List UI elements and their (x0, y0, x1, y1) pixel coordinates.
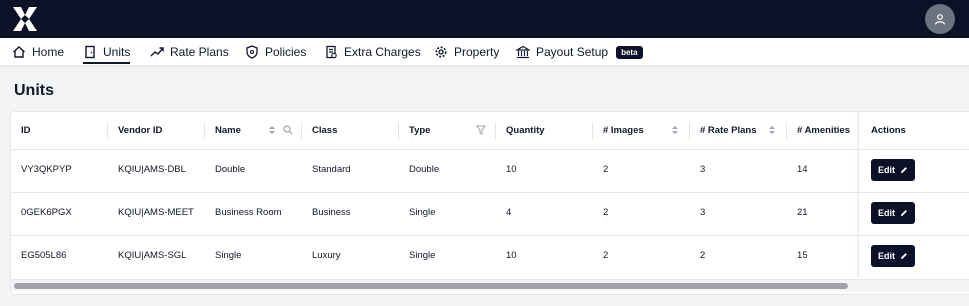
trend-icon (150, 47, 164, 57)
column-divider (689, 122, 690, 140)
nav-item-policies[interactable]: Policies (245, 38, 306, 66)
edit-button-label: Edit (878, 208, 895, 218)
nav-item-label: Units (103, 45, 131, 59)
cell-rate-plans: 2 (700, 250, 706, 261)
cell-quantity: 10 (506, 164, 517, 175)
cell-name: Single (215, 250, 242, 261)
cell-images: 2 (603, 207, 609, 218)
cell-images: 2 (603, 250, 609, 261)
cell-vendor-id: KQIU|AMS-DBL (118, 164, 186, 175)
column-header-name[interactable]: Name (215, 125, 241, 136)
row-divider (11, 149, 969, 150)
row-divider (11, 235, 969, 236)
gear-icon (435, 46, 447, 58)
beta-badge: beta (616, 45, 643, 59)
cell-quantity: 4 (506, 207, 512, 218)
door-icon (85, 45, 95, 59)
cell-name: Business Room (215, 207, 282, 218)
cell-vendor-id: KQIU|AMS-MEET (118, 207, 194, 218)
column-header-rate-plans[interactable]: # Rate Plans (700, 125, 757, 136)
column-divider (592, 122, 593, 140)
cell-amenities: 21 (797, 207, 808, 218)
nav-item-rate-plans[interactable]: Rate Plans (150, 38, 229, 66)
actions-column: Actions Edit Edit Edit (858, 112, 969, 277)
column-divider (301, 122, 302, 140)
nav-item-property[interactable]: Property (434, 38, 499, 66)
horizontal-scrollbar[interactable] (11, 279, 969, 291)
pencil-icon (901, 253, 907, 259)
cell-id: EG505L86 (21, 250, 67, 261)
invoice-icon (326, 45, 337, 59)
cell-class: Luxury (312, 250, 341, 261)
filter-icon[interactable] (476, 125, 486, 135)
edit-button[interactable]: Edit (871, 202, 915, 224)
column-divider (786, 122, 787, 140)
pencil-icon (901, 210, 907, 216)
row-divider (11, 192, 969, 193)
shield-icon (246, 45, 258, 59)
column-divider (107, 122, 108, 140)
column-header-type[interactable]: Type (409, 125, 430, 136)
user-avatar[interactable] (925, 4, 955, 34)
top-bar (0, 0, 969, 38)
sort-icon[interactable] (267, 125, 277, 135)
main-nav: Home Units Rate Plans Policies Extra Cha… (0, 38, 969, 66)
cell-class: Standard (312, 164, 351, 175)
cell-type: Single (409, 250, 436, 261)
row-divider (859, 235, 969, 236)
nav-item-label: Extra Charges (344, 45, 421, 59)
nav-item-home[interactable]: Home (12, 38, 64, 66)
column-header-class[interactable]: Class (312, 125, 337, 136)
sort-icon[interactable] (767, 125, 777, 135)
cell-rate-plans: 3 (700, 207, 706, 218)
column-divider (495, 122, 496, 140)
column-header-id[interactable]: ID (21, 125, 31, 136)
column-header-actions: Actions (871, 125, 906, 136)
home-icon (13, 46, 25, 58)
column-divider (204, 122, 205, 140)
cell-images: 2 (603, 164, 609, 175)
edit-button[interactable]: Edit (871, 159, 915, 181)
nav-item-extra-charges[interactable]: Extra Charges (324, 38, 421, 66)
logo-icon[interactable] (12, 6, 38, 32)
user-icon (934, 14, 946, 25)
nav-item-label: Home (32, 45, 65, 59)
edit-button-label: Edit (878, 251, 895, 261)
pencil-icon (901, 167, 907, 173)
cell-id: VY3QKPYP (21, 164, 72, 175)
cell-name: Double (215, 164, 246, 175)
column-header-images[interactable]: # Images (603, 125, 644, 136)
nav-item-payout-setup[interactable]: Payout Setup beta (516, 38, 643, 66)
page-title: Units (14, 82, 54, 99)
units-table: ID Vendor ID Name Class Type Quantity # … (10, 111, 969, 295)
nav-item-label: Policies (265, 45, 307, 59)
column-header-amenities[interactable]: # Amenities (797, 125, 850, 136)
column-header-quantity[interactable]: Quantity (506, 125, 545, 136)
nav-item-label: Rate Plans (170, 45, 229, 59)
cell-vendor-id: KQIU|AMS-SGL (118, 250, 187, 261)
edit-button[interactable]: Edit (871, 245, 915, 267)
search-icon[interactable] (283, 125, 293, 135)
cell-amenities: 15 (797, 250, 808, 261)
edit-button-label: Edit (878, 165, 895, 175)
bank-icon (516, 45, 530, 59)
nav-item-units[interactable]: Units (83, 38, 131, 66)
nav-item-label: Payout Setup (536, 45, 609, 59)
row-divider (859, 149, 969, 150)
column-header-vendor-id[interactable]: Vendor ID (118, 125, 162, 136)
cell-quantity: 10 (506, 250, 517, 261)
scrollbar-thumb[interactable] (14, 283, 848, 289)
cell-type: Double (409, 164, 440, 175)
cell-class: Business (312, 207, 351, 218)
sort-icon[interactable] (670, 125, 680, 135)
cell-id: 0GEK6PGX (21, 207, 72, 218)
cell-type: Single (409, 207, 436, 218)
column-divider (398, 122, 399, 140)
cell-rate-plans: 3 (700, 164, 706, 175)
row-divider (859, 192, 969, 193)
cell-amenities: 14 (797, 164, 808, 175)
nav-item-label: Property (454, 45, 500, 59)
